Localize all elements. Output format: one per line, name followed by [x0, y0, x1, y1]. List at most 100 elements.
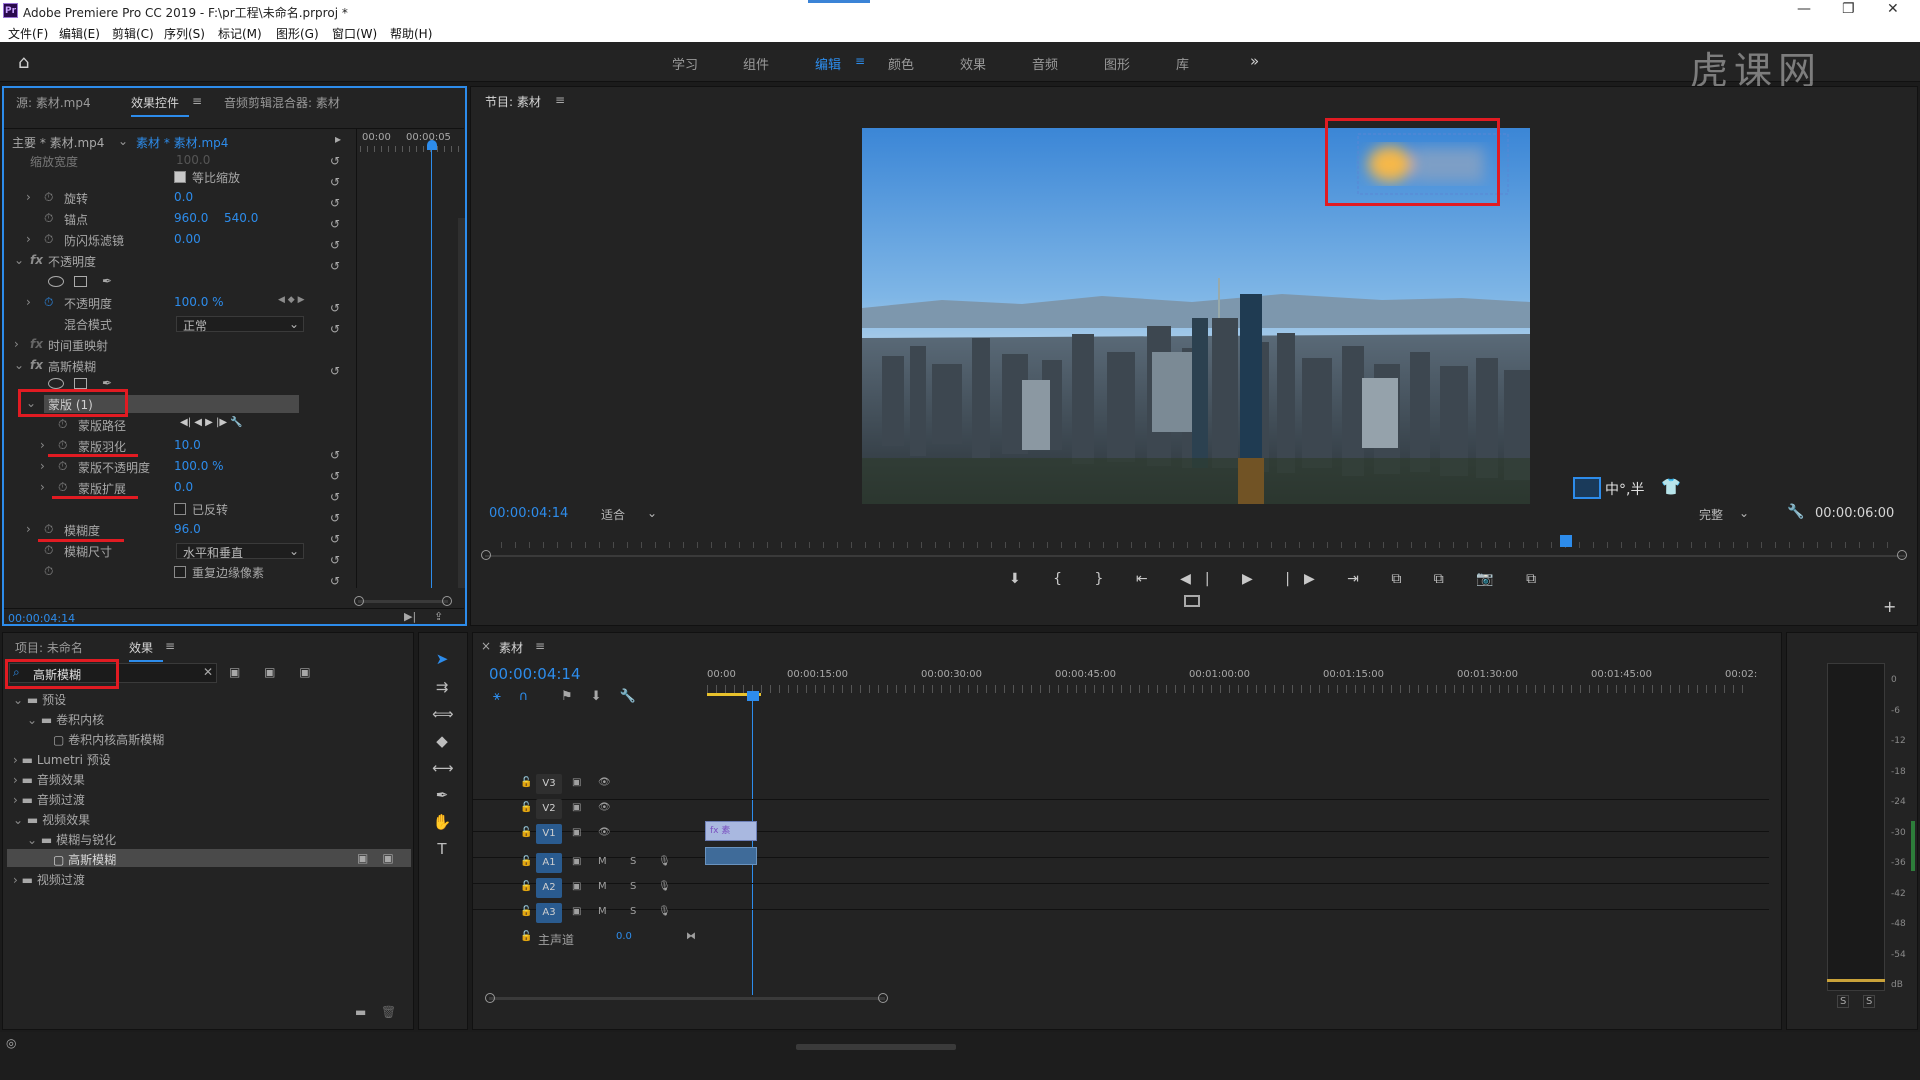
workspace-learn[interactable]: 学习 [672, 54, 698, 73]
workspace-color[interactable]: 颜色 [888, 54, 914, 73]
track-mask-controls[interactable]: ◀| ◀ ▶ |▶ 🔧 [180, 417, 243, 428]
close-icon[interactable]: ✕ [1887, 1, 1899, 17]
effect-filter-icons[interactable]: ▣ ▣ ▣ [229, 665, 321, 679]
tree-item-audio-effects[interactable]: 音频效果 [37, 773, 85, 787]
stopwatch-icon[interactable]: ⏱ [44, 543, 53, 558]
lock-icon[interactable]: 🔓 [520, 827, 532, 838]
stopwatch-icon[interactable]: ⏱ [44, 232, 53, 247]
menu-file[interactable]: 文件(F) [8, 25, 48, 42]
tab-audio-clip-mixer[interactable]: 音频剪辑混合器: 素材 [224, 94, 340, 111]
antiflicker-value[interactable]: 0.00 [174, 232, 201, 246]
meter-solo-right[interactable]: S [1863, 995, 1876, 1008]
play-only-icon[interactable]: ▸ [335, 132, 341, 146]
blend-mode-dropdown[interactable]: 正常 ⌄ [176, 316, 304, 333]
menu-clip[interactable]: 剪辑(C) [112, 25, 154, 42]
rectangle-mask-icon[interactable] [74, 378, 87, 389]
minimize-icon[interactable]: — [1797, 1, 1811, 17]
track-label-v3[interactable]: V3 [536, 774, 562, 794]
safe-margins-icon[interactable] [1184, 595, 1200, 607]
playhead-handle[interactable] [427, 140, 437, 150]
stopwatch-icon[interactable]: ⏱ [44, 522, 53, 537]
menu-edit[interactable]: 编辑(E) [59, 25, 100, 42]
mic-icon[interactable]: 🎙 [658, 881, 671, 892]
home-icon[interactable]: ⌂ [18, 52, 29, 73]
rotation-value[interactable]: 0.0 [174, 190, 193, 204]
sync-lock-icon[interactable]: ▣ [572, 827, 581, 838]
master-end-icon[interactable]: ⧓ [686, 931, 696, 942]
timeline-tools-icons[interactable]: ⚹∩ [493, 689, 546, 704]
stopwatch-icon[interactable]: ⏱ [44, 190, 53, 205]
blur-dimensions-dropdown[interactable]: 水平和垂直 ⌄ [176, 543, 304, 560]
reset-icons-column[interactable]: ↺ ↺ ↺ ↺ ↺ ↺ ↺ ↺ ↺ ↺ ↺ ↺ ↺ ↺ ↺ ↺ [330, 151, 344, 592]
expand-icon[interactable]: › [40, 438, 45, 452]
tab-source[interactable]: 源: 素材.mp4 [16, 94, 91, 111]
ellipse-mask-icon[interactable] [48, 276, 64, 287]
scrollbar[interactable] [458, 218, 465, 588]
eye-icon[interactable]: 👁 [598, 777, 611, 788]
meter-solo-left[interactable]: S [1837, 995, 1850, 1008]
stopwatch-icon[interactable]: ⏱ [58, 480, 67, 495]
tree-item-video-effects[interactable]: 视频效果 [42, 813, 90, 827]
mask-expansion-value[interactable]: 0.0 [174, 480, 193, 494]
menu-graphics[interactable]: 图形(G) [276, 25, 319, 42]
timeline-zoom-scrollbar[interactable] [489, 997, 885, 1000]
effect-controls-timecode[interactable]: 00:00:04:14 [8, 612, 75, 625]
video-clip[interactable]: fx 素 [705, 821, 757, 841]
expand-icon[interactable]: › [40, 480, 45, 494]
export-icon[interactable]: ⇪ [434, 610, 443, 623]
solo-button[interactable]: S [630, 856, 636, 867]
stopwatch-icon[interactable]: ⏱ [58, 417, 67, 432]
program-title[interactable]: 节目: 素材 [485, 93, 541, 110]
sync-lock-icon[interactable]: ▣ [572, 802, 581, 813]
chevron-down-icon[interactable]: ⌄ [118, 134, 128, 148]
workspace-editing[interactable]: 编辑 [815, 54, 841, 73]
tree-item-gaussian-blur[interactable]: 高斯模糊 [68, 853, 116, 867]
close-sequence-icon[interactable]: × [481, 639, 491, 653]
anchor-x-value[interactable]: 960.0 [174, 211, 208, 225]
mic-icon[interactable]: 🎙 [658, 906, 671, 917]
sync-lock-icon[interactable]: ▣ [572, 856, 581, 867]
audio-clip[interactable] [705, 847, 757, 865]
tree-item-presets[interactable]: 预设 [42, 693, 66, 707]
new-bin-icon[interactable]: ▬ [355, 1005, 366, 1019]
panel-menu-icon[interactable]: ≡ [555, 93, 565, 107]
sequence-title[interactable]: 素材 [499, 639, 523, 656]
timeline-markers-icons[interactable]: ⚑⬇🔧 [561, 689, 654, 704]
solo-button[interactable]: S [630, 906, 636, 917]
track-label-a1[interactable]: A1 [536, 853, 562, 873]
track-label-v1[interactable]: V1 [536, 824, 562, 844]
timeline-timecode[interactable]: 00:00:04:14 [489, 665, 581, 683]
timeline-playhead-handle[interactable] [747, 691, 759, 701]
tab-effect-controls[interactable]: 效果控件 [131, 94, 190, 117]
ellipse-mask-icon[interactable] [48, 378, 64, 389]
tab-project[interactable]: 项目: 未命名 [15, 639, 83, 656]
expand-icon[interactable]: › [13, 873, 18, 887]
stopwatch-icon[interactable]: ⏱ [58, 459, 67, 474]
stopwatch-icon[interactable]: ⏱ [58, 438, 67, 453]
pen-mask-icon[interactable]: ✒ [102, 274, 112, 288]
rectangle-mask-icon[interactable] [74, 276, 87, 287]
stopwatch-icon[interactable]: ⏱ [44, 211, 53, 226]
sync-lock-icon[interactable]: ▣ [572, 881, 581, 892]
add-button[interactable]: + [1883, 597, 1896, 616]
eye-icon[interactable]: 👁 [598, 827, 611, 838]
program-playhead[interactable] [1560, 535, 1572, 547]
quality-dropdown[interactable]: 完整 ⌄ [1693, 506, 1753, 522]
expand-icon[interactable]: › [26, 190, 31, 204]
tree-item-blur-sharpen[interactable]: 模糊与锐化 [56, 833, 116, 847]
selection-tool-icon[interactable]: ➤ [432, 650, 452, 670]
lock-icon[interactable]: 🔓 [520, 931, 532, 942]
blurriness-value[interactable]: 96.0 [174, 522, 201, 536]
mute-button[interactable]: M [598, 906, 607, 917]
fit-dropdown[interactable]: 适合 ⌄ [595, 506, 661, 522]
scrub-bar[interactable] [485, 555, 1905, 557]
opacity-value[interactable]: 100.0 % [174, 295, 224, 309]
expand-icon[interactable]: › [26, 295, 31, 309]
uniform-scale-checkbox[interactable] [174, 170, 186, 183]
sync-lock-icon[interactable]: ▣ [572, 906, 581, 917]
collapse-icon[interactable]: ⌄ [14, 253, 24, 267]
menu-marker[interactable]: 标记(M) [218, 25, 262, 42]
collapse-icon[interactable]: ⌄ [13, 693, 23, 707]
restore-icon[interactable]: ❐ [1842, 1, 1855, 17]
inverted-checkbox[interactable] [174, 502, 186, 515]
